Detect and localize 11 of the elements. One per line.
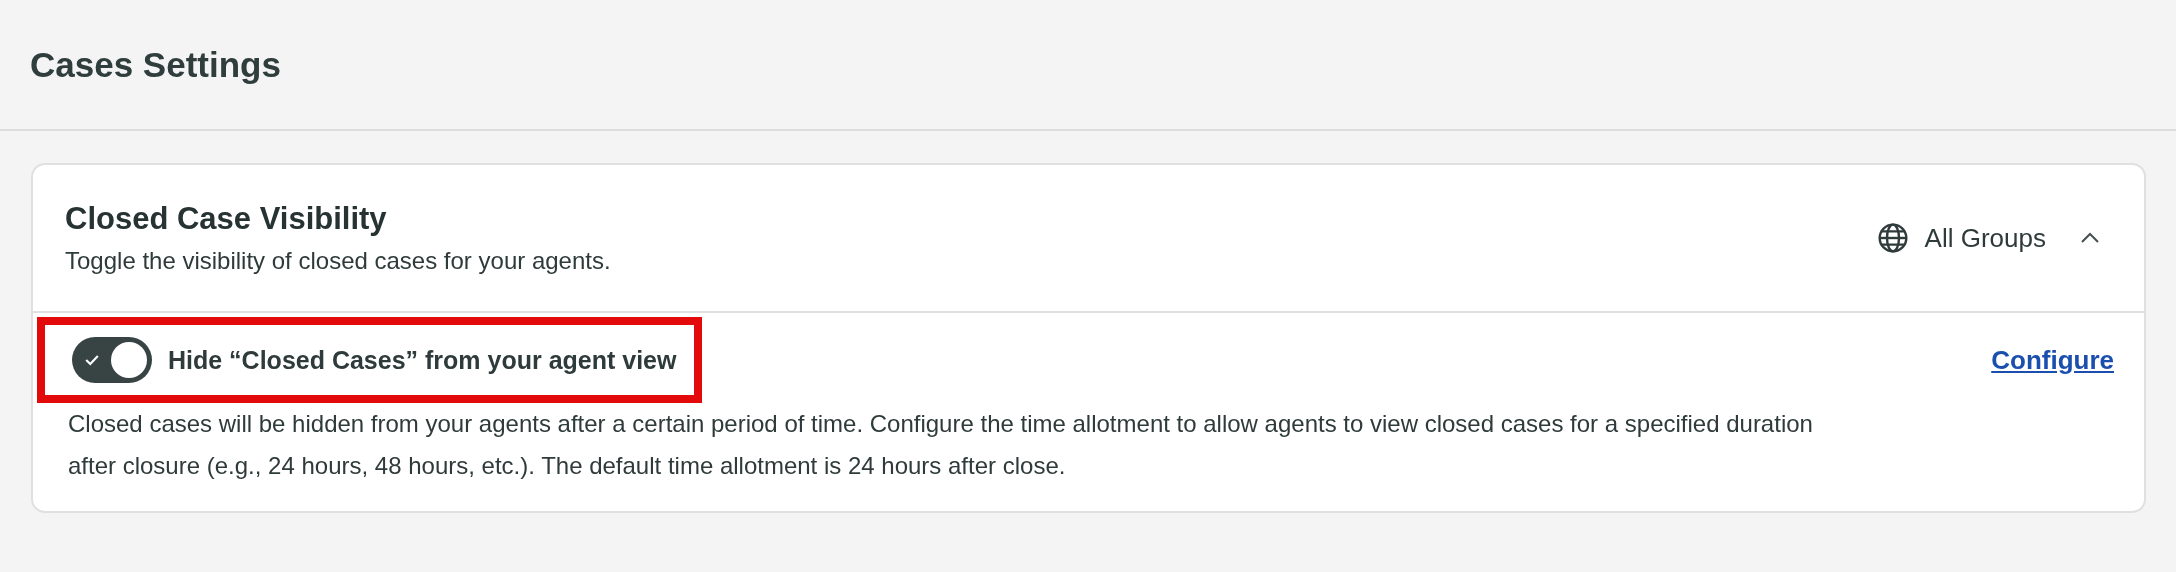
section-title: Closed Case Visibility	[65, 201, 388, 237]
setting-description: Closed cases will be hidden from your agents after a certain period of time. Configure the time allotment to allow agents to view closed cases for a specified duration after closure (e.g., 24 hours, 48 hours, etc.). The default time allotment is 24 hours after close.	[68, 409, 1814, 481]
globe-icon	[1876, 222, 1909, 254]
page-title: Cases Settings	[30, 44, 281, 85]
chevron-up-icon	[2080, 232, 2100, 244]
scope-button[interactable]: All Groups	[1876, 222, 2046, 254]
setting-label: Hide “Closed Cases” from your agent view	[168, 345, 677, 375]
toggle-switch[interactable]	[72, 337, 152, 383]
check-icon	[85, 354, 99, 366]
configure-link[interactable]: Configure	[1991, 344, 2114, 376]
section-description: Toggle the visibility of closed cases for your agents.	[65, 247, 611, 275]
